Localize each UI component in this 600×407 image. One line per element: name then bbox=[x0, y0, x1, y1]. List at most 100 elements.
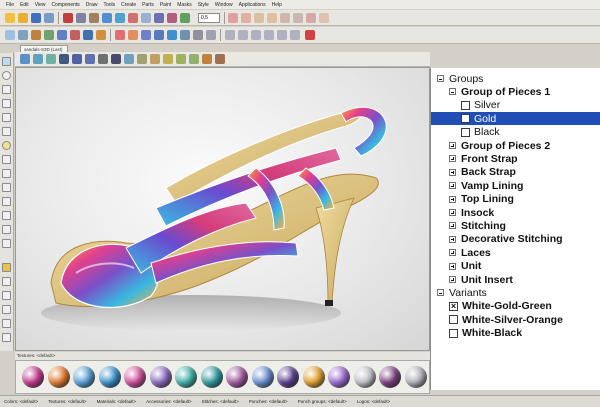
tree-item-stitching[interactable]: Stitching bbox=[449, 219, 506, 232]
texture-swatch[interactable] bbox=[200, 366, 223, 388]
curve-icon[interactable] bbox=[154, 30, 164, 40]
curve-tool-icon[interactable] bbox=[2, 211, 11, 220]
curve-tool-2-icon[interactable] bbox=[238, 30, 248, 40]
tree-item-white-silver-orange[interactable]: White-Silver-Orange bbox=[449, 313, 563, 326]
menu-draw[interactable]: Draw bbox=[86, 2, 98, 8]
expand-icon[interactable] bbox=[449, 142, 456, 149]
texture-swatch[interactable] bbox=[353, 366, 376, 388]
view-icon[interactable] bbox=[5, 30, 15, 40]
tree-item-variants[interactable]: Variants bbox=[437, 286, 487, 299]
order-icon[interactable] bbox=[267, 13, 277, 23]
expand-icon[interactable] bbox=[449, 155, 456, 163]
collapse-icon[interactable] bbox=[449, 88, 456, 96]
rectangle-tool-icon[interactable] bbox=[2, 113, 11, 122]
eyelet-icon[interactable] bbox=[2, 291, 11, 300]
rotate-3d-icon[interactable] bbox=[46, 54, 56, 64]
menu-file[interactable]: File bbox=[6, 2, 14, 8]
move-3d-icon[interactable] bbox=[33, 54, 43, 64]
brush-tool-icon[interactable] bbox=[2, 99, 11, 108]
circle-tool-icon[interactable] bbox=[2, 71, 11, 80]
curve-tool-5-icon[interactable] bbox=[277, 30, 287, 40]
offset-icon[interactable] bbox=[193, 30, 203, 40]
tree-item-group-of-pieces-2[interactable]: Group of Pieces 2 bbox=[449, 139, 550, 152]
tree-item-gold[interactable]: Gold bbox=[431, 112, 600, 126]
menu-applications[interactable]: Applications bbox=[239, 2, 266, 8]
3d-viewport[interactable] bbox=[15, 67, 430, 351]
tree-item-laces[interactable]: Laces bbox=[449, 246, 491, 259]
menu-masks[interactable]: Masks bbox=[177, 2, 191, 8]
punch-tool-icon[interactable] bbox=[137, 54, 147, 64]
status-item[interactable]: Stitches: <default> bbox=[202, 399, 239, 404]
redo-icon[interactable] bbox=[115, 13, 125, 23]
rotate-icon[interactable] bbox=[319, 13, 329, 23]
paste-icon[interactable] bbox=[89, 13, 99, 23]
punch-icon[interactable] bbox=[2, 305, 11, 314]
status-item[interactable]: Logos: <default> bbox=[357, 399, 391, 404]
spline-tool-icon[interactable] bbox=[2, 239, 11, 248]
tree-item-front-strap[interactable]: Front Strap bbox=[449, 152, 518, 165]
knife-tool-icon[interactable] bbox=[2, 197, 11, 206]
status-item[interactable]: Colors: <default> bbox=[4, 399, 38, 404]
tree-item-white-black[interactable]: White-Black bbox=[449, 327, 522, 340]
tree-item-decorative-stitching[interactable]: Decorative Stitching bbox=[449, 233, 563, 246]
select-tool-icon[interactable] bbox=[2, 57, 11, 66]
texture-swatch[interactable] bbox=[124, 366, 146, 388]
checkbox[interactable]: × bbox=[449, 301, 458, 311]
menu-tools[interactable]: Tools bbox=[103, 2, 115, 8]
logo-icon[interactable] bbox=[2, 319, 11, 328]
tree-item-group-of-pieces-1[interactable]: Group of Pieces 1 bbox=[449, 85, 550, 98]
texture-swatch[interactable] bbox=[73, 366, 95, 388]
curve-tool-3-icon[interactable] bbox=[251, 30, 261, 40]
camera-icon[interactable] bbox=[18, 30, 28, 40]
texture-swatch[interactable] bbox=[379, 366, 401, 388]
checkbox[interactable] bbox=[461, 100, 470, 110]
measure-tool-icon[interactable] bbox=[2, 169, 11, 178]
color-picker-icon[interactable] bbox=[2, 141, 11, 150]
shape-icon[interactable] bbox=[154, 13, 164, 23]
tree-item-vamp-lining[interactable]: Vamp Lining bbox=[449, 179, 523, 192]
checkbox[interactable] bbox=[449, 315, 458, 325]
delete-icon[interactable] bbox=[128, 13, 138, 23]
curve-tool-1-icon[interactable] bbox=[225, 30, 235, 40]
undo-icon[interactable] bbox=[102, 13, 112, 23]
pointer-3d-icon[interactable] bbox=[20, 54, 30, 64]
menu-style[interactable]: Style bbox=[198, 2, 209, 8]
arrange-icon[interactable] bbox=[254, 13, 264, 23]
expand-icon[interactable] bbox=[449, 209, 456, 216]
status-item[interactable]: Punches: <default> bbox=[249, 399, 288, 404]
expand-icon[interactable] bbox=[449, 182, 456, 190]
expand-icon[interactable] bbox=[449, 276, 456, 283]
status-item[interactable]: Materials: <default> bbox=[97, 399, 137, 404]
line-icon[interactable] bbox=[141, 30, 151, 40]
text-tool-icon[interactable] bbox=[111, 54, 121, 64]
cut-tool-icon[interactable] bbox=[2, 183, 11, 192]
menu-help[interactable]: Help bbox=[272, 2, 282, 8]
texture-tool-icon[interactable] bbox=[215, 54, 225, 64]
grid-icon[interactable] bbox=[57, 30, 67, 40]
fill-tool-icon[interactable] bbox=[2, 155, 11, 164]
tree-item-unit[interactable]: Unit bbox=[449, 260, 481, 273]
sole-tool-icon[interactable] bbox=[189, 54, 199, 64]
eraser-tool-icon[interactable] bbox=[2, 127, 11, 136]
texture-swatch[interactable] bbox=[226, 366, 248, 388]
expand-icon[interactable] bbox=[449, 168, 456, 176]
texture-swatch[interactable] bbox=[251, 366, 274, 388]
curve-tool-4-icon[interactable] bbox=[264, 30, 274, 40]
status-item[interactable]: Punch groups: <default> bbox=[298, 399, 347, 404]
open-folder-icon[interactable] bbox=[18, 13, 28, 23]
expand-icon[interactable] bbox=[449, 249, 456, 257]
checkbox[interactable] bbox=[449, 328, 458, 338]
texture-swatch[interactable] bbox=[404, 366, 427, 388]
checkbox[interactable] bbox=[461, 114, 470, 124]
expand-icon[interactable] bbox=[449, 262, 456, 270]
menu-paint[interactable]: Paint bbox=[160, 2, 171, 8]
pan-icon[interactable] bbox=[72, 54, 82, 64]
document-tab[interactable]: sandals-S3D (Last) bbox=[20, 45, 68, 52]
light-icon[interactable] bbox=[31, 30, 41, 40]
tree-item-white-gold-green[interactable]: × White-Gold-Green bbox=[449, 300, 552, 313]
texture-swatch[interactable] bbox=[22, 366, 44, 388]
stitch-icon[interactable] bbox=[2, 263, 11, 272]
eye-icon[interactable] bbox=[83, 30, 93, 40]
snap-icon[interactable] bbox=[70, 30, 80, 40]
texture-swatch[interactable] bbox=[328, 366, 350, 388]
